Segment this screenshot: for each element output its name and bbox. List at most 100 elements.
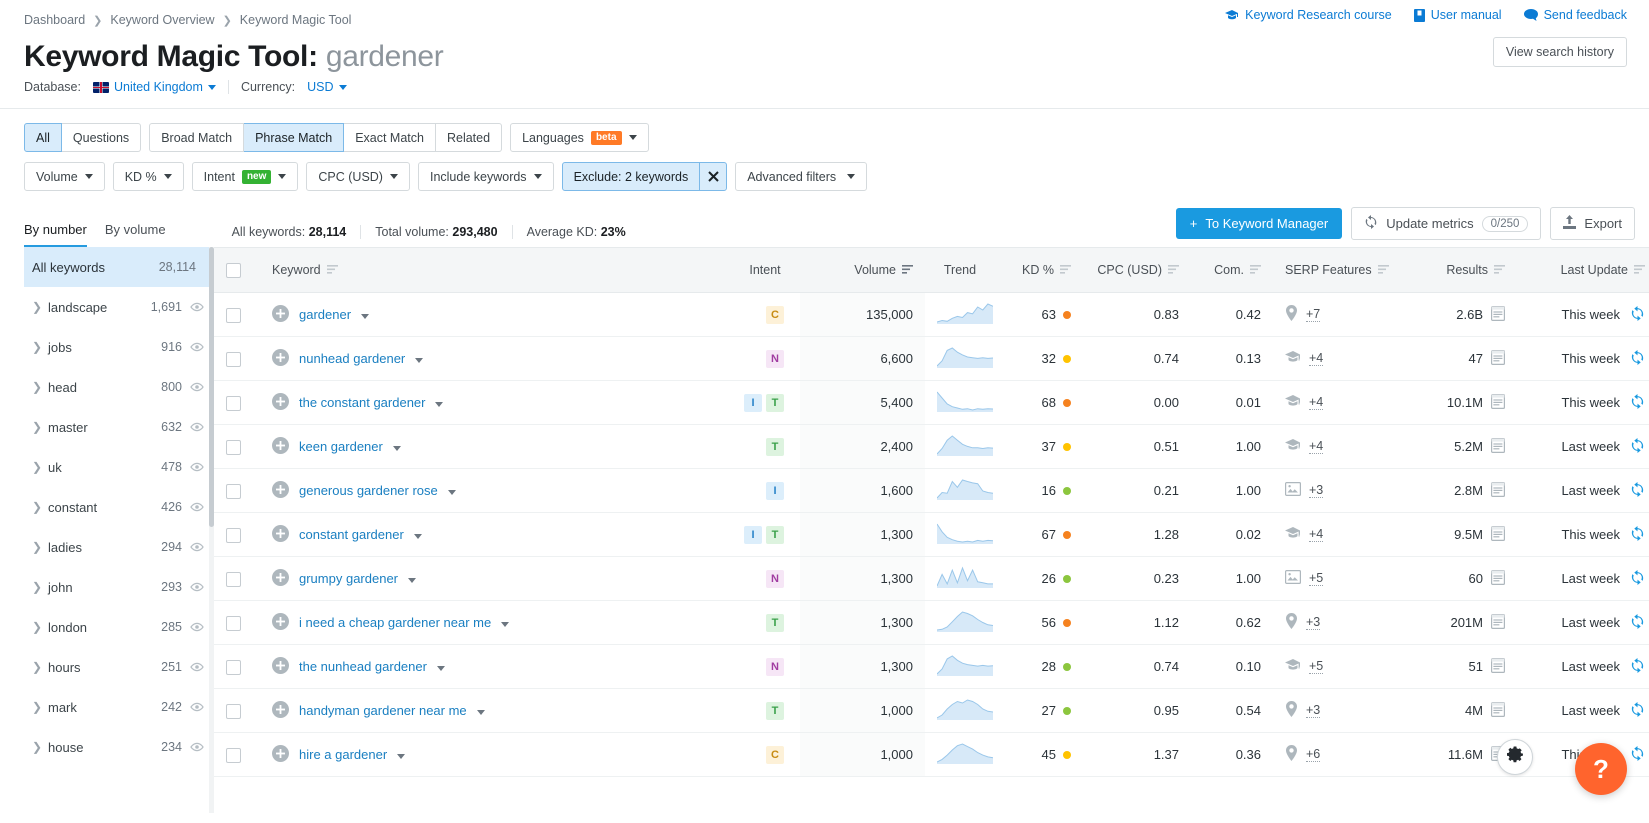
eye-icon[interactable] xyxy=(190,300,204,315)
keyword-menu-icon[interactable] xyxy=(435,395,444,410)
keyword-menu-icon[interactable] xyxy=(476,703,485,718)
eye-icon[interactable] xyxy=(190,620,204,635)
keyword-menu-icon[interactable] xyxy=(415,351,424,366)
keyword-research-course-link[interactable]: Keyword Research course xyxy=(1225,8,1392,22)
sidebar-scrollbar[interactable] xyxy=(209,247,214,813)
volume-filter[interactable]: Volume xyxy=(24,162,105,191)
keyword-link[interactable]: hire a gardener xyxy=(299,747,387,762)
serp-features-more[interactable]: +4 xyxy=(1309,395,1324,410)
table-row[interactable]: hire a gardener C 1,000 45 1.37 0.36 +6 11.6M Th… xyxy=(214,732,1649,777)
keyword-menu-icon[interactable] xyxy=(501,615,510,630)
tab-questions[interactable]: Questions xyxy=(61,123,142,152)
keyword-menu-icon[interactable] xyxy=(408,571,416,586)
help-fab-button[interactable]: ? xyxy=(1575,743,1627,795)
clear-exclude-filter-button[interactable] xyxy=(699,162,728,191)
row-checkbox[interactable] xyxy=(226,703,241,719)
sidebar-scrollbar-thumb[interactable] xyxy=(209,247,214,527)
cpc-filter[interactable]: CPC (USD) xyxy=(306,162,410,191)
export-button[interactable]: Export xyxy=(1550,207,1635,240)
column-header-cpc[interactable]: CPC (USD) xyxy=(1083,247,1191,293)
refresh-icon[interactable] xyxy=(1630,701,1645,720)
refresh-icon[interactable] xyxy=(1630,613,1645,632)
row-checkbox[interactable] xyxy=(226,483,241,499)
eye-icon[interactable] xyxy=(190,740,204,755)
column-header-kd[interactable]: KD % xyxy=(995,247,1083,293)
image-icon[interactable] xyxy=(1285,570,1302,587)
keyword-menu-icon[interactable] xyxy=(436,659,445,674)
sidebar-item-uk[interactable]: ❯ uk 478 xyxy=(24,447,214,487)
column-header-volume[interactable]: Volume xyxy=(800,247,925,293)
table-row[interactable]: the nunhead gardener N 1,300 28 0.74 0.10 +5 51… xyxy=(214,644,1649,689)
exclude-keywords-filter[interactable]: Exclude: 2 keywords xyxy=(561,162,701,191)
keyword-link[interactable]: generous gardener rose xyxy=(299,483,438,498)
keyword-link[interactable]: gardener xyxy=(299,307,351,322)
map-pin-icon[interactable] xyxy=(1285,613,1298,632)
knowledge-icon[interactable] xyxy=(1285,350,1301,367)
serp-features-more[interactable]: +3 xyxy=(1306,615,1321,630)
table-row[interactable]: gardener C 135,000 63 0.83 0.42 +7 2.6B This wee… xyxy=(214,292,1649,337)
refresh-icon[interactable] xyxy=(1630,525,1645,544)
keyword-menu-icon[interactable] xyxy=(447,483,456,498)
serp-preview-icon[interactable] xyxy=(1491,701,1506,720)
sidebar-item-jobs[interactable]: ❯ jobs 916 xyxy=(24,327,214,367)
sidebar-item-house[interactable]: ❯ house 234 xyxy=(24,727,214,767)
serp-features-more[interactable]: +4 xyxy=(1309,351,1324,366)
keyword-link[interactable]: keen gardener xyxy=(299,439,383,454)
eye-icon[interactable] xyxy=(190,460,204,475)
refresh-icon[interactable] xyxy=(1630,657,1645,676)
keyword-link[interactable]: constant gardener xyxy=(299,527,404,542)
table-row[interactable]: i need a cheap gardener near me T 1,300 56 1… xyxy=(214,600,1649,645)
sidebar-item-head[interactable]: ❯ head 800 xyxy=(24,367,214,407)
tab-by-volume[interactable]: By volume xyxy=(105,222,166,247)
column-header-keyword[interactable]: Keyword xyxy=(260,247,730,293)
serp-preview-icon[interactable] xyxy=(1491,305,1506,324)
table-row[interactable]: handyman gardener near me T 1,000 27 0.95 0.5… xyxy=(214,688,1649,733)
keyword-link[interactable]: nunhead gardener xyxy=(299,351,405,366)
chevron-right-icon[interactable]: ❯ xyxy=(32,300,48,314)
keyword-link[interactable]: i need a cheap gardener near me xyxy=(299,615,491,630)
add-keyword-icon[interactable] xyxy=(272,568,289,589)
to-keyword-manager-button[interactable]: + To Keyword Manager xyxy=(1175,208,1343,239)
sidebar-item-all-keywords[interactable]: All keywords 28,114 xyxy=(24,247,214,287)
table-row[interactable]: constant gardener I T 1,300 67 1.28 0.02 +4 9.5M… xyxy=(214,512,1649,557)
refresh-icon[interactable] xyxy=(1630,393,1645,412)
table-row[interactable]: grumpy gardener N 1,300 26 0.23 1.00 +5 60 Last … xyxy=(214,556,1649,601)
serp-features-more[interactable]: +4 xyxy=(1309,439,1324,454)
serp-features-more[interactable]: +7 xyxy=(1306,307,1321,322)
chevron-right-icon[interactable]: ❯ xyxy=(32,460,48,474)
user-manual-link[interactable]: User manual xyxy=(1413,8,1502,22)
eye-icon[interactable] xyxy=(190,380,204,395)
database-selector[interactable]: United Kingdom xyxy=(92,80,216,94)
kd-filter[interactable]: KD % xyxy=(112,162,184,191)
chevron-right-icon[interactable]: ❯ xyxy=(32,340,48,354)
serp-features-more[interactable]: +5 xyxy=(1309,659,1324,674)
sidebar-item-john[interactable]: ❯ john 293 xyxy=(24,567,214,607)
breadcrumb-item-dashboard[interactable]: Dashboard xyxy=(24,13,85,27)
serp-preview-icon[interactable] xyxy=(1491,525,1506,544)
row-checkbox[interactable] xyxy=(226,527,241,543)
eye-icon[interactable] xyxy=(190,580,204,595)
refresh-icon[interactable] xyxy=(1630,349,1645,368)
refresh-icon[interactable] xyxy=(1630,437,1645,456)
add-keyword-icon[interactable] xyxy=(272,656,289,677)
keyword-menu-icon[interactable] xyxy=(392,439,401,454)
serp-features-more[interactable]: +4 xyxy=(1309,527,1324,542)
tab-by-number[interactable]: By number xyxy=(24,222,87,247)
eye-icon[interactable] xyxy=(190,420,204,435)
sidebar-item-ladies[interactable]: ❯ ladies 294 xyxy=(24,527,214,567)
serp-preview-icon[interactable] xyxy=(1491,437,1506,456)
keyword-link[interactable]: the constant gardener xyxy=(299,395,425,410)
row-checkbox[interactable] xyxy=(226,351,241,367)
sidebar-item-landscape[interactable]: ❯ landscape 1,691 xyxy=(24,287,214,327)
knowledge-icon[interactable] xyxy=(1285,394,1301,411)
keyword-menu-icon[interactable] xyxy=(413,527,422,542)
chevron-right-icon[interactable]: ❯ xyxy=(32,620,48,634)
advanced-filters[interactable]: Advanced filters xyxy=(735,162,868,191)
knowledge-icon[interactable] xyxy=(1285,526,1301,543)
include-keywords-filter[interactable]: Include keywords xyxy=(417,162,554,191)
keyword-menu-icon[interactable] xyxy=(361,307,370,322)
row-checkbox[interactable] xyxy=(226,659,241,675)
refresh-icon[interactable] xyxy=(1630,569,1645,588)
serp-preview-icon[interactable] xyxy=(1491,349,1506,368)
keyword-link[interactable]: grumpy gardener xyxy=(299,571,398,586)
